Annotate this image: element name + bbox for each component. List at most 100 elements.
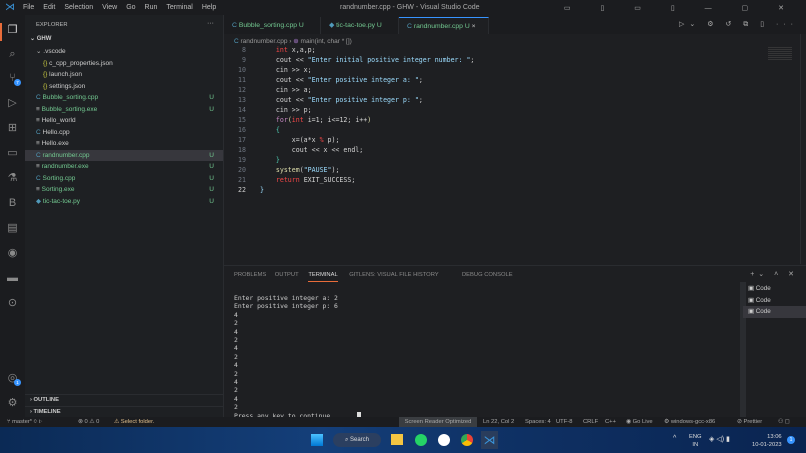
panel-tab-output[interactable]: OUTPUT [275,272,299,278]
file-tree-item[interactable]: ≡ Hello_world [25,115,223,126]
breadcrumb-file[interactable]: randnumber.cpp [241,38,288,45]
whatsapp-icon[interactable] [415,434,427,446]
workspace-root[interactable]: ⌄ GHW [25,34,223,45]
chrome-icon[interactable] [461,434,473,446]
file-tree-item[interactable]: ⌄ .vscode [25,46,223,57]
code-line: 18 cout << x << endl; [224,145,363,155]
language-mode[interactable]: C++ [605,417,616,427]
file-tree-item[interactable]: C Sorting.cpp U [25,173,223,184]
file-name: Sorting.cpp [42,174,76,182]
file-tree-item[interactable]: {} settings.json [25,81,223,92]
code-token: ) [367,116,372,124]
settings-gear-icon[interactable]: ⚙ [6,397,19,410]
notebook-icon[interactable]: ▤ [6,222,19,235]
line-number: 19 [238,156,246,164]
file-explorer-icon[interactable] [391,434,403,445]
panel-actions[interactable]: +⌄ ˄ ✕ [750,270,798,278]
terminal-session[interactable]: ▣ Code [743,306,806,318]
config-label: windows-gcc-x86 [670,419,716,425]
file-tree-item[interactable]: ≡ randnumber.exe U [25,161,223,172]
menu-terminal[interactable]: Terminal [166,4,192,11]
explorer-more-button[interactable]: ··· [207,20,214,27]
extensions-icon[interactable]: ⊞ [6,122,19,135]
code-editor[interactable]: 8 int x,a,p; 9 cout << "Enter initial pos… [224,45,744,245]
search-icon[interactable]: ⌕ [6,48,19,61]
network-volume-battery-icons[interactable]: ◈ ◁) ▮ [709,435,730,443]
remote-explorer-icon[interactable]: ▭ [6,147,19,160]
select-folder-button[interactable]: ⚠ Select folder. [114,417,154,427]
folder-icon[interactable]: ▬ [6,272,19,285]
editor-actions[interactable]: ▷⌄ ⚙ ↺ ⧉ ▯ ··· [679,20,798,29]
tab-randnumber[interactable]: C randnumber.cpp U × [399,17,489,34]
terminal-line: 2 [234,370,238,378]
file-tree-item[interactable]: ≡ Hello.exe [25,138,223,149]
menu-help[interactable]: Help [202,4,216,11]
menu-view[interactable]: View [102,4,117,11]
menu-selection[interactable]: Selection [64,4,93,11]
screen-reader-mode[interactable]: Screen Reader Optimized [399,417,477,427]
source-control-icon[interactable]: ⑂ 7 [6,72,21,86]
panel-tab-gitlens-visual-file-history[interactable]: GITLENS: VISUAL FILE HISTORY [349,272,438,278]
file-tree-item[interactable]: ≡ Bubble_sorting.exe U [25,104,223,115]
terminal-line: 2 [234,403,238,411]
outline-section[interactable]: › OUTLINE [25,394,223,405]
file-tree-item[interactable]: ◆ tic-tac-toe.py U [25,196,223,207]
run-debug-icon[interactable]: ▷ [6,97,19,110]
editor-scrollbar[interactable] [800,34,806,264]
file-tree-item[interactable]: C randnumber.cpp U [25,149,223,161]
file-tree-item[interactable]: C Hello.cpp [25,127,223,138]
terminal-line: 4 [234,378,238,386]
github-icon[interactable]: ◉ [6,247,19,260]
terminal-output[interactable]: Enter positive integer a: 2 Enter positiv… [224,290,736,420]
taskbar-search[interactable]: ⌕ Search [333,433,381,447]
explorer-icon[interactable]: ❐ [6,24,19,37]
minimap[interactable] [768,47,792,61]
problems-indicator[interactable]: ⊗ 0 ⚠ 0 [78,417,99,427]
panel-tab-problems[interactable]: PROBLEMS [234,272,266,278]
testing-icon[interactable]: ⚗ [6,172,19,185]
cpp-config[interactable]: ⚙ windows-gcc-x86 [664,417,715,427]
file-name: Bubble_sorting.exe [41,105,98,113]
terminal-session[interactable]: ▣ Code [743,283,806,295]
menu-run[interactable]: Run [145,4,158,11]
tray-chevron-icon[interactable]: ^ [673,435,676,442]
panel-tab-debug-console[interactable]: DEBUG CONSOLE [462,272,513,278]
tab-bubble-sorting[interactable]: C Bubble_sorting.cpp U [224,17,321,34]
cursor-position[interactable]: Ln 22, Col 2 [483,417,514,427]
line-number: 11 [238,76,246,84]
encoding[interactable]: UTF-8 [556,417,572,427]
file-tree-item[interactable]: ≡ Sorting.exe U [25,184,223,195]
tab-tic-tac-toe[interactable]: ◆ tic-tac-toe.py U [321,17,399,34]
file-tree-item[interactable]: {} launch.json [25,69,223,80]
breadcrumb-symbol[interactable]: main(int, char * []) [301,38,352,45]
indentation[interactable]: Spaces: 4 [525,417,551,427]
accounts-icon[interactable]: ◎ 1 [6,372,21,386]
timeline-section[interactable]: › TIMELINE [25,406,223,417]
file-tree-item[interactable]: {} c_cpp_properties.json [25,58,223,69]
vscode-taskbar-icon[interactable]: ⋊ [481,431,498,449]
code-token: "Enter positive integer a: " [307,76,419,84]
menu-file[interactable]: File [23,4,34,11]
line-ending[interactable]: CRLF [583,417,598,427]
panel-tab-terminal[interactable]: TERMINAL [308,272,338,282]
gitlens-icon[interactable]: ⊙ [6,297,19,310]
notification-badge[interactable]: 1 [787,436,795,444]
b-extension-icon[interactable]: B [6,197,19,210]
code-line: 17 x=(a*x % p); [224,135,339,145]
window-controls[interactable]: ▭ ▯ ▭ ▯ — ▢ ✕ [564,4,798,12]
clock[interactable]: 13:06 10-01-2023 [752,433,782,449]
close-tab-icon[interactable]: × [472,23,476,30]
branch-indicator[interactable]: ⑂ master* ⟳ ▷ [7,417,42,427]
app-icon[interactable] [438,434,450,446]
input-language[interactable]: ENG IN [689,433,702,449]
code-token: ; [418,96,423,104]
notifications-bell-icon[interactable]: ⚇ ◻ [778,417,790,427]
go-live-button[interactable]: ◉ Go Live [626,417,653,427]
menu-go[interactable]: Go [126,4,135,11]
prettier-button[interactable]: ⊘ Prettier [737,417,762,427]
terminal-session[interactable]: ▣ Code [743,295,806,307]
file-tree-item[interactable]: C Bubble_sorting.cpp U [25,92,223,103]
windows-start-icon[interactable] [311,434,323,446]
menu-edit[interactable]: Edit [43,4,55,11]
terminal-line: 2 [234,336,238,344]
